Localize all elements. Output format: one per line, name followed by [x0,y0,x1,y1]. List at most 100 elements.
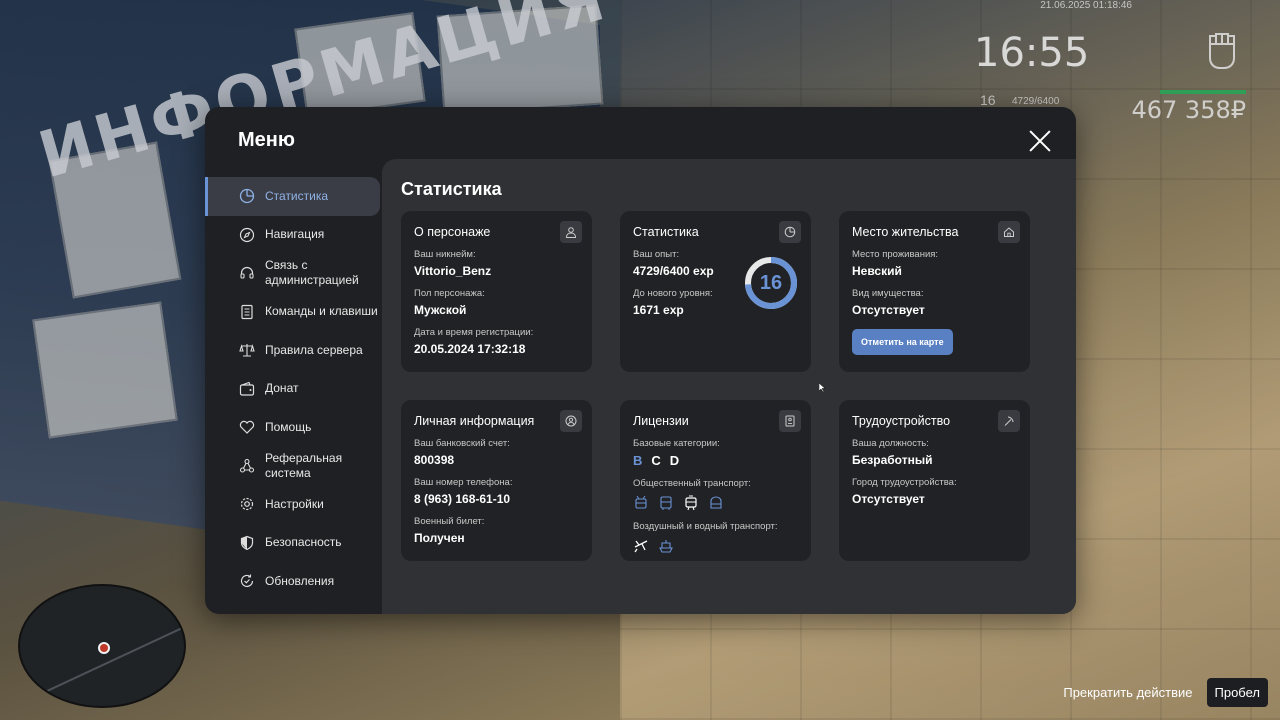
card-character: О персонаже Ваш никнейм: Vittorio_Benz П… [401,211,592,372]
base-categories-label: Базовые категории: [633,438,720,449]
refresh-check-icon [239,573,255,589]
sidebar-item-label: Статистика [265,188,329,203]
mark-on-map-button[interactable]: Отметить на карте [852,329,953,355]
card-title: О персонаже [414,225,491,239]
sidebar-item-navigation[interactable]: Навигация [205,216,380,255]
card-licenses: Лицензии Базовые категории: B C D Общест… [620,400,811,561]
gender-value: Мужской [414,303,467,317]
sidebar-item-settings[interactable]: Настройки [205,485,380,524]
hud-clock: 16:55 [974,30,1090,76]
card-title: Личная информация [414,414,535,428]
sidebar-item-security[interactable]: Безопасность [205,524,380,563]
card-stats: Статистика Ваш опыт: 4729/6400 exp До но… [620,211,811,372]
sidebar-item-label: Настройки [265,496,324,511]
sidebar-item-label: Донат [265,381,299,396]
property-label: Вид имущества: [852,288,924,299]
home-icon [998,221,1020,243]
background-poster [32,301,178,439]
page-title: Статистика [401,179,502,199]
network-icon [239,458,255,474]
sidebar-item-label: Реферальная система [265,450,343,480]
gear-icon [239,496,255,512]
sidebar-item-statistics[interactable]: Статистика [205,177,380,216]
bank-label: Ваш банковский счет: [414,438,510,449]
card-title: Место жительства [852,225,959,239]
pie-chart-icon [239,188,255,204]
mouse-cursor-icon [819,383,825,392]
sidebar-item-admin-contact[interactable]: Связь с администрацией [205,254,380,293]
content-area: Статистика О персонаже Ваш никнейм: Vitt… [382,159,1076,614]
sidebar-item-donate[interactable]: Донат [205,370,380,409]
sidebar-item-help[interactable]: Помощь [205,408,380,447]
plane-icon [633,538,649,554]
wallet-icon [239,381,255,397]
user-circle-icon [560,410,582,432]
card-residence: Место жительства Место проживания: Невск… [839,211,1030,372]
scales-icon [239,342,255,358]
action-hint: Прекратить действие Пробел [1063,678,1268,707]
public-transport-icons [633,495,798,511]
position-value: Безработный [852,453,933,467]
card-personal: Личная информация Ваш банковский счет: 8… [401,400,592,561]
place-value: Невский [852,264,902,278]
nickname-label: Ваш никнейм: [414,249,476,260]
user-icon [560,221,582,243]
hud-exp: 4729/6400 [1012,96,1060,107]
bank-value: 800398 [414,453,455,467]
license-category-b: B [633,453,643,468]
registration-value: 20.05.2024 17:32:18 [414,342,526,356]
property-value: Отсутствует [852,303,925,317]
nickname-value: Vittorio_Benz [414,264,492,278]
hud-health-bar [1160,90,1246,94]
hud-level: 16 [980,92,996,108]
registration-label: Дата и время регистрации: [414,327,534,338]
gender-label: Пол персонажа: [414,288,485,299]
sidebar: Статистика Навигация Связь с администрац… [205,177,380,601]
close-icon[interactable] [1028,129,1052,153]
document-icon [239,304,255,320]
sidebar-item-label: Обновления [265,573,335,588]
minimap [18,584,186,708]
public-transport-label: Общественный транспорт: [633,478,751,489]
sidebar-item-referral[interactable]: Реферальная система [205,447,380,486]
card-job: Трудоустройство Ваша должность: Безработ… [839,400,1030,561]
pickaxe-icon [998,410,1020,432]
hud-datetime: 21.06.2025 01:18:46 [1040,0,1132,11]
hint-action-label: Прекратить действие [1063,685,1193,700]
sidebar-item-label: Команды и клавиши [265,304,378,319]
sidebar-item-label: Связь с администрацией [265,258,359,288]
license-category-d: D [669,453,680,468]
sidebar-item-label: Помощь [265,419,312,434]
sidebar-item-label: Правила сервера [265,342,363,357]
position-label: Ваша должность: [852,438,929,449]
air-water-transport-icons [633,538,798,554]
card-title: Трудоустройство [852,414,951,428]
shield-icon [239,535,255,551]
sidebar-item-label: Навигация [265,227,325,242]
card-title: Статистика [633,225,699,239]
handshake-heart-icon [239,419,255,435]
metro-icon [708,495,724,511]
pie-chart-icon [779,221,801,243]
license-category-c: C [651,453,661,468]
id-card-icon [779,410,801,432]
sidebar-item-commands[interactable]: Команды и клавиши [205,293,380,332]
sidebar-item-label: Безопасность [265,535,342,550]
hint-key-button[interactable]: Пробел [1206,678,1268,707]
phone-label: Ваш номер телефона: [414,477,513,488]
player-marker-icon [98,642,110,654]
level-value: 16 [759,272,783,294]
sidebar-item-updates[interactable]: Обновления [205,562,380,601]
menu-title: Меню [238,129,295,151]
place-label: Место проживания: [852,249,939,260]
air-water-transport-label: Воздушный и водный транспорт: [633,521,778,532]
minimap-road [47,622,184,692]
tram-icon [683,495,699,511]
bus-icon [658,495,674,511]
hud-money: 467 358₽ [1131,96,1246,124]
job-city-label: Город трудоустройства: [852,477,957,488]
license-categories: B C D [633,453,798,468]
compass-icon [239,227,255,243]
headset-icon [239,265,255,281]
sidebar-item-rules[interactable]: Правила сервера [205,331,380,370]
